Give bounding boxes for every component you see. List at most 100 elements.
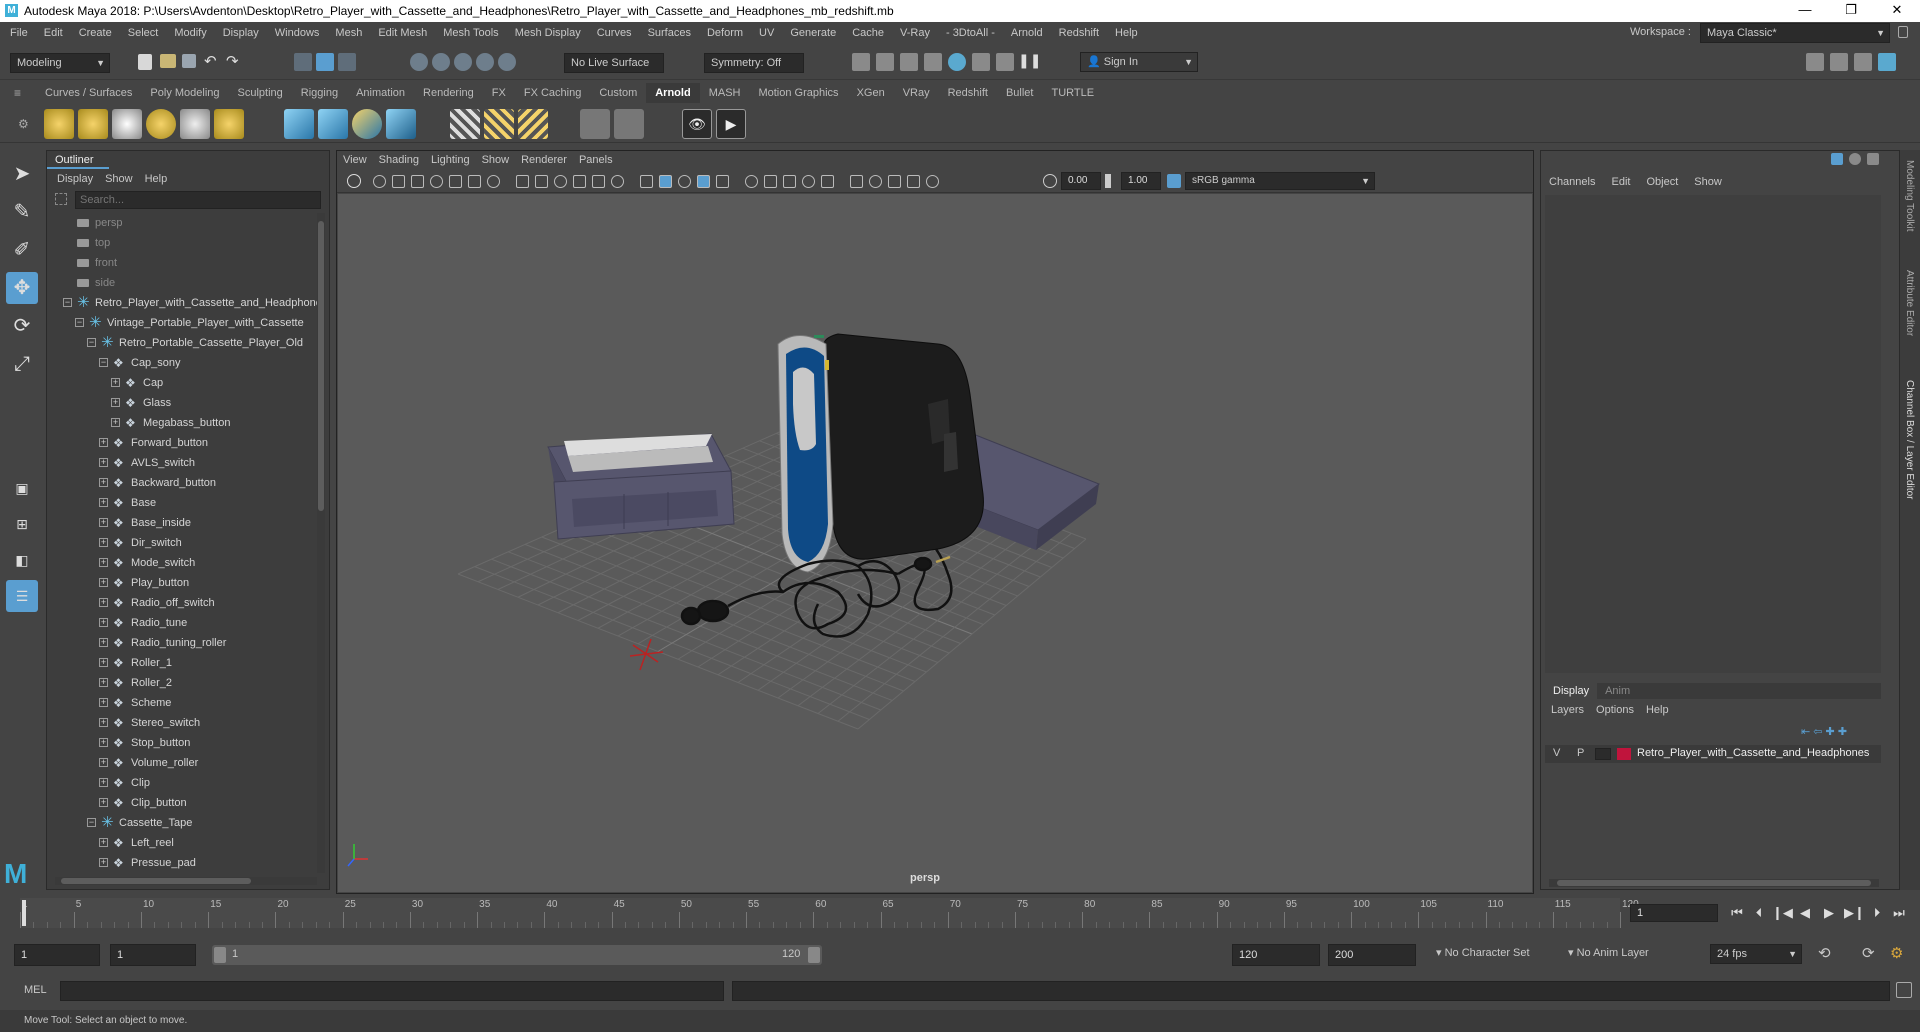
safe-title-icon[interactable] (611, 175, 624, 188)
outliner-row[interactable]: + ❖ Scheme (47, 693, 317, 713)
shelf-tab-animation[interactable]: Animation (347, 83, 414, 103)
character-set-select[interactable]: ▾ No Character Set (1436, 946, 1530, 959)
image-plane-icon[interactable] (430, 175, 443, 188)
motion-blur-icon[interactable] (783, 175, 796, 188)
grease-pencil-icon[interactable] (468, 175, 481, 188)
range-start-handle[interactable] (214, 947, 226, 963)
expand-toggle-icon[interactable]: + (99, 838, 108, 847)
time-slider-track[interactable]: 1510152025303540455055606570758085909510… (20, 898, 1639, 928)
auto-key-icon[interactable]: ⟳ (1862, 944, 1875, 962)
render-settings-icon[interactable] (924, 53, 942, 71)
attribute-editor-tab[interactable]: Attribute Editor (1904, 270, 1915, 336)
outliner-row[interactable]: + ❖ AVLS_switch (47, 453, 317, 473)
viewport-menu-shading[interactable]: Shading (373, 151, 425, 169)
resolution-gate-icon[interactable] (535, 175, 548, 188)
default-material-icon[interactable] (678, 175, 691, 188)
use-lights-icon[interactable] (716, 175, 729, 188)
outliner-row[interactable]: + ❖ Cap (47, 373, 317, 393)
outliner-hscroll-thumb[interactable] (61, 878, 251, 884)
expand-toggle-icon[interactable]: − (75, 318, 84, 327)
sign-in-button[interactable]: 👤 Sign In ▼ (1080, 52, 1198, 72)
tool-settings-icon[interactable] (1854, 53, 1872, 71)
render-frame-icon[interactable] (876, 53, 894, 71)
curve-collector-icon[interactable] (352, 109, 382, 139)
menu-select[interactable]: Select (120, 22, 167, 44)
xray-components-icon[interactable] (907, 175, 920, 188)
expand-toggle-icon[interactable]: + (99, 718, 108, 727)
grid-toggle-icon[interactable] (487, 175, 500, 188)
save-scene-icon[interactable] (182, 54, 196, 68)
outliner-menu-show[interactable]: Show (99, 170, 139, 188)
expand-toggle-icon[interactable]: + (111, 378, 120, 387)
menu-file[interactable]: File (2, 22, 36, 44)
expand-toggle-icon[interactable]: + (99, 698, 108, 707)
lock-icon[interactable] (1898, 26, 1908, 38)
outliner-row[interactable]: + ❖ Radio_tune (47, 613, 317, 633)
lock-camera-icon[interactable] (392, 175, 405, 188)
four-view-icon[interactable]: ⊞ (6, 508, 38, 540)
lasso-tool-icon[interactable]: ✎ (6, 196, 38, 228)
live-surface-field[interactable]: No Live Surface (564, 53, 664, 73)
start-time-field[interactable]: 1 (14, 944, 100, 966)
channel-menu-channels[interactable]: Channels (1541, 173, 1603, 191)
volume-icon[interactable] (386, 109, 416, 139)
outliner-row[interactable]: + ❖ Base_inside (47, 513, 317, 533)
expand-toggle-icon[interactable]: + (99, 458, 108, 467)
outliner-row[interactable]: persp (47, 213, 317, 233)
paint-select-tool-icon[interactable]: ✐ (6, 234, 38, 266)
2d-pan-icon[interactable] (449, 175, 462, 188)
layer-visibility-toggle[interactable]: V (1553, 747, 1560, 759)
outliner-row[interactable]: front (47, 253, 317, 273)
bookmark-icon[interactable] (411, 175, 424, 188)
expand-toggle-icon[interactable]: − (87, 818, 96, 827)
snap-curve-icon[interactable] (432, 53, 450, 71)
expand-toggle-icon[interactable]: + (99, 558, 108, 567)
viewport-menu-renderer[interactable]: Renderer (515, 151, 573, 169)
expand-toggle-icon[interactable]: + (99, 618, 108, 627)
outliner-row[interactable]: + ❖ Radio_tuning_roller (47, 633, 317, 653)
expand-toggle-icon[interactable]: + (111, 398, 120, 407)
color-management-icon[interactable] (1167, 174, 1181, 188)
outliner-row[interactable]: − ✳ Vintage_Portable_Player_with_Cassette (47, 313, 317, 333)
menu-cache[interactable]: Cache (844, 22, 892, 44)
menu-edit[interactable]: Edit (36, 22, 71, 44)
outliner-row[interactable]: + ❖ Forward_button (47, 433, 317, 453)
outliner-row[interactable]: + ❖ Left_reel (47, 833, 317, 853)
ipr-render-icon[interactable] (900, 53, 918, 71)
camera-select-icon[interactable] (347, 174, 361, 188)
hud-icon[interactable] (926, 175, 939, 188)
layer-hscroll-thumb[interactable] (1557, 880, 1871, 886)
layer-playback-toggle[interactable]: P (1577, 747, 1584, 759)
outliner-row[interactable]: − ❖ Cap_sony (47, 353, 317, 373)
play-backward-icon[interactable]: ◀ (1796, 904, 1814, 922)
checker-icon[interactable] (450, 109, 480, 139)
menu-display[interactable]: Display (215, 22, 267, 44)
menu-mesh-display[interactable]: Mesh Display (507, 22, 589, 44)
command-input[interactable] (60, 981, 724, 1001)
expand-toggle-icon[interactable]: + (99, 518, 108, 527)
outliner-menu-display[interactable]: Display (51, 170, 99, 188)
textured-icon[interactable] (697, 175, 710, 188)
outliner-menu-help[interactable]: Help (139, 170, 174, 188)
layer-color-swatch[interactable] (1617, 748, 1631, 760)
expand-toggle-icon[interactable]: + (99, 538, 108, 547)
rotate-tool-icon[interactable]: ⟳ (6, 310, 38, 342)
expand-toggle-icon[interactable]: + (99, 778, 108, 787)
playback-start-field[interactable]: 1 (110, 944, 196, 966)
exposure-icon[interactable] (1043, 174, 1057, 188)
expand-toggle-icon[interactable]: + (99, 598, 108, 607)
shelf-tab-rigging[interactable]: Rigging (292, 83, 347, 103)
channel-box-area[interactable] (1545, 195, 1881, 673)
shadows-icon[interactable] (745, 175, 758, 188)
fps-select[interactable]: 24 fps ▼ (1710, 944, 1802, 964)
select-tool-icon[interactable]: ➤ (6, 158, 38, 190)
outliner-row[interactable]: + ❖ Base (47, 493, 317, 513)
menu-generate[interactable]: Generate (782, 22, 844, 44)
current-frame-field[interactable]: 1 (1630, 904, 1718, 922)
outliner-row[interactable]: + ❖ Radio_off_switch (47, 593, 317, 613)
anti-aliasing-icon[interactable] (802, 175, 815, 188)
animation-prefs-icon[interactable]: ⚙ (1890, 944, 1903, 962)
menu-curves[interactable]: Curves (589, 22, 640, 44)
select-by-component-icon[interactable] (338, 53, 356, 71)
shelf-tab-sculpting[interactable]: Sculpting (229, 83, 292, 103)
